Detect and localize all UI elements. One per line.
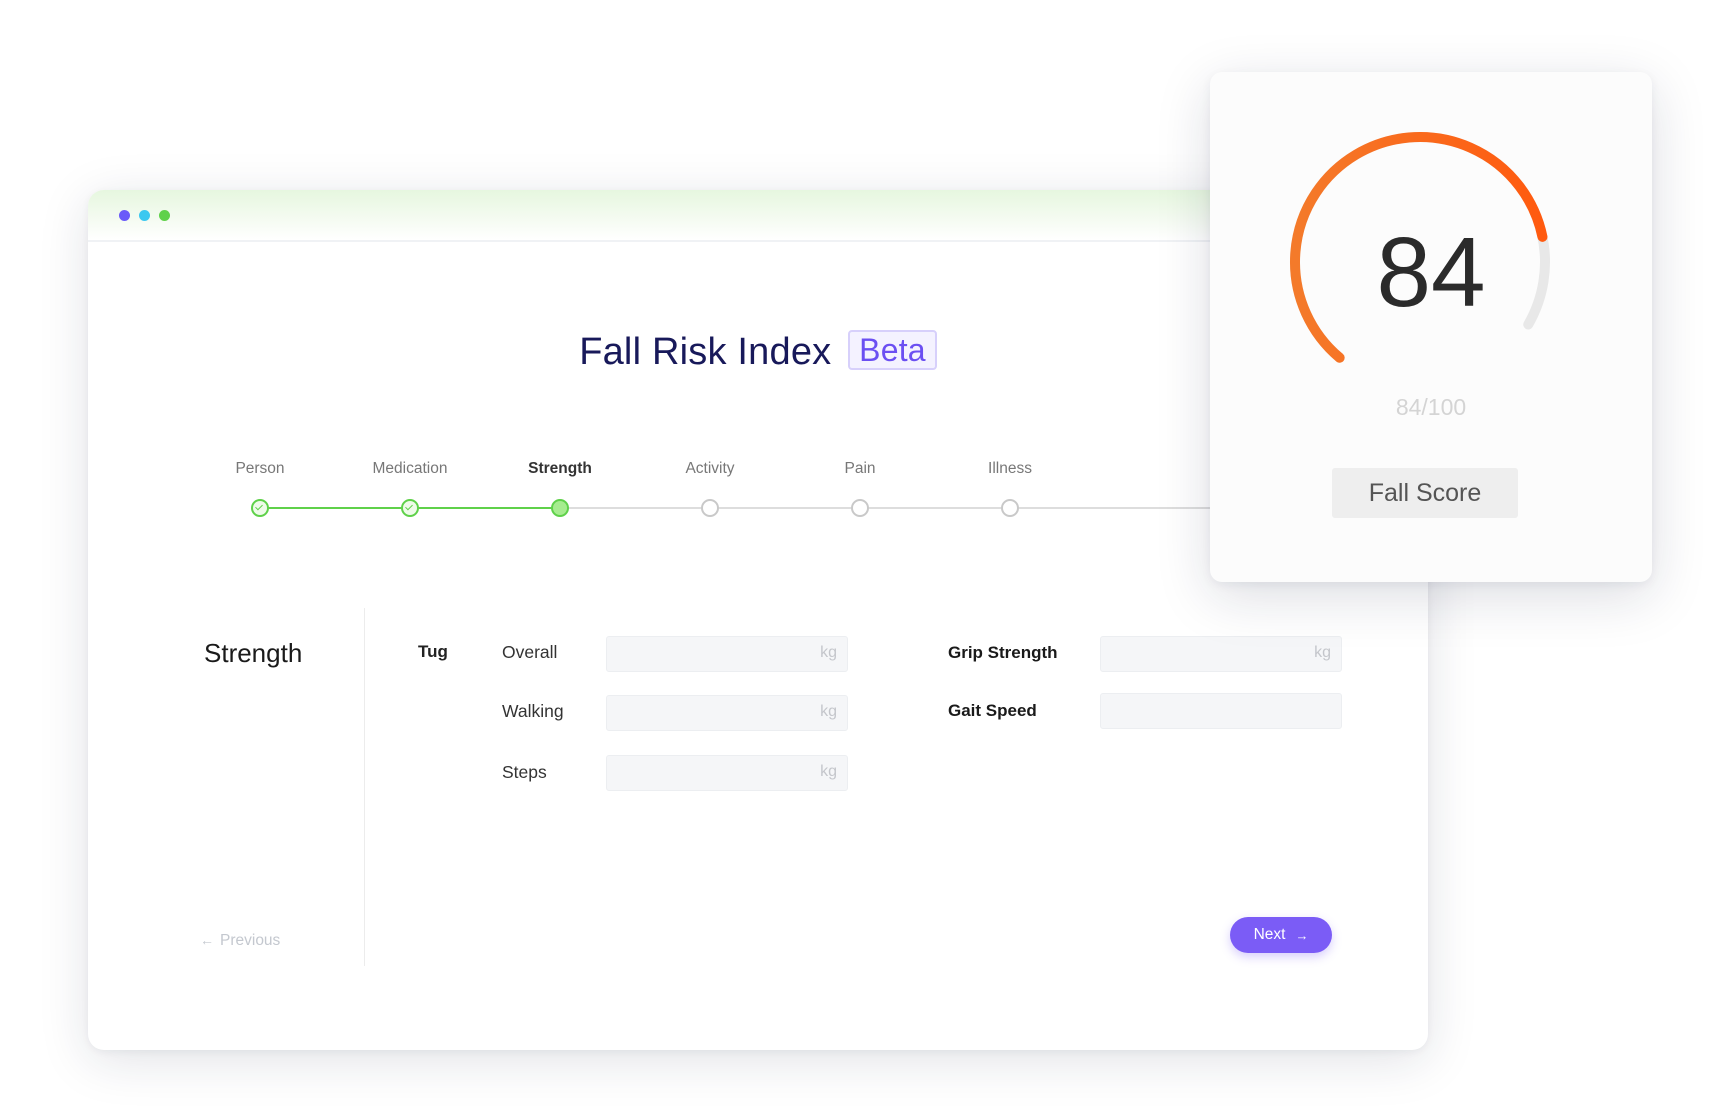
steps-label: Steps [502,762,547,782]
next-button[interactable]: Next → [1230,917,1332,953]
grip-strength-label: Grip Strength [948,643,1058,662]
step-node-activity[interactable] [701,499,719,517]
step-label-strength[interactable]: Strength [490,460,630,478]
fall-score-label[interactable]: Fall Score [1332,468,1518,518]
step-node-medication[interactable] [401,499,419,517]
beta-badge: Beta [848,330,937,370]
arrow-left-icon: ← [200,932,214,948]
step-label-person[interactable]: Person [190,460,330,478]
grip-strength-unit: kg [1314,644,1331,661]
score-out-of: 84/100 [1395,394,1467,420]
fall-score-card: 84 84/100 Fall Score [1210,72,1652,582]
overall-label: Overall [502,642,558,662]
steps-unit: kg [820,763,837,780]
next-label: Next [1253,926,1286,943]
overall-unit: kg [820,644,837,661]
steps-input[interactable]: kg [606,755,848,791]
section-title: Strength [204,638,303,668]
window-dot-cyan[interactable] [139,210,150,221]
step-node-strength[interactable] [551,499,569,517]
step-node-illness[interactable] [1001,499,1019,517]
gait-speed-label: Gait Speed [948,701,1037,720]
step-label-pain[interactable]: Pain [790,460,930,478]
previous-button[interactable]: ← Previous [200,932,280,950]
grip-strength-input[interactable]: kg [1100,636,1342,672]
page-title-text: Fall Risk Index [579,331,832,373]
walking-input[interactable]: kg [606,695,848,731]
step-label-illness[interactable]: Illness [940,460,1080,478]
step-label-activity[interactable]: Activity [640,460,780,478]
previous-label: Previous [220,932,281,949]
tug-group-label: Tug [418,642,448,661]
step-label-medication[interactable]: Medication [340,460,480,478]
walking-unit: kg [820,703,837,720]
step-node-pain[interactable] [851,499,869,517]
section-divider [364,608,365,966]
step-node-person[interactable] [251,499,269,517]
window-dot-green[interactable] [159,210,170,221]
overall-input[interactable]: kg [606,636,848,672]
walking-label: Walking [502,701,564,721]
score-value: 84 [1376,217,1486,327]
window-dot-purple[interactable] [119,210,130,221]
arrow-right-icon: → [1295,927,1309,943]
gait-speed-input[interactable] [1100,693,1342,729]
